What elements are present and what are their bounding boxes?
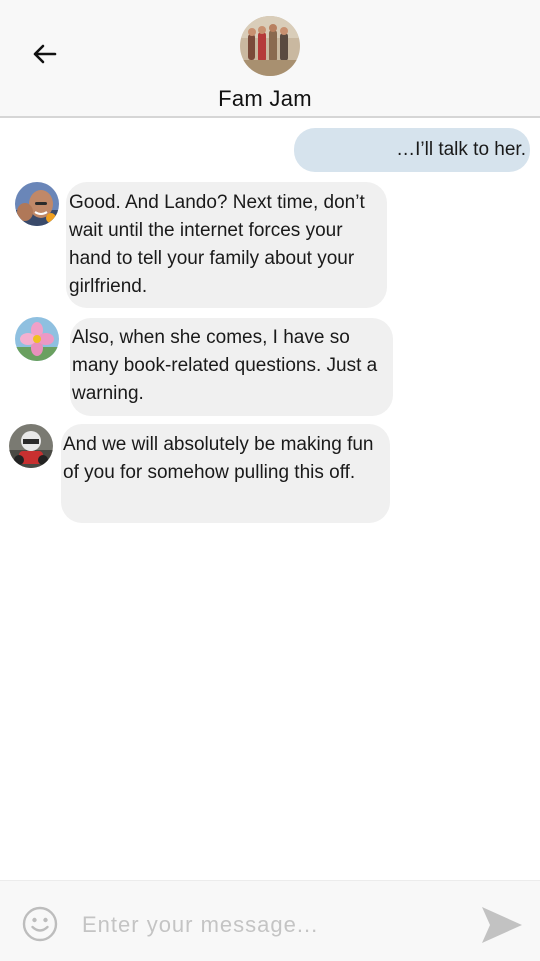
send-arrow-icon: [482, 907, 522, 943]
emoji-button[interactable]: [22, 906, 58, 942]
message-bubble-received: Also, when she comes, I have so many boo…: [70, 318, 393, 416]
chat-title: Fam Jam: [218, 86, 312, 111]
message-composer: [0, 880, 540, 961]
arrow-left-icon: [33, 44, 57, 64]
message-bubble-sent: …I’ll talk to her.: [294, 128, 530, 172]
message-input[interactable]: [80, 907, 464, 943]
sender-avatar[interactable]: [9, 424, 53, 468]
chat-header: Fam Jam: [0, 0, 540, 118]
sender-avatar[interactable]: [15, 317, 59, 361]
smiley-face-icon: [22, 906, 58, 942]
message-bubble-received: Good. And Lando? Next time, don’t wait u…: [66, 182, 387, 308]
sender-avatar[interactable]: [15, 182, 59, 226]
send-button[interactable]: [480, 905, 524, 945]
group-avatar[interactable]: [240, 16, 300, 76]
message-bubble-received: And we will absolutely be making fun of …: [61, 424, 390, 523]
back-button[interactable]: [30, 38, 62, 70]
